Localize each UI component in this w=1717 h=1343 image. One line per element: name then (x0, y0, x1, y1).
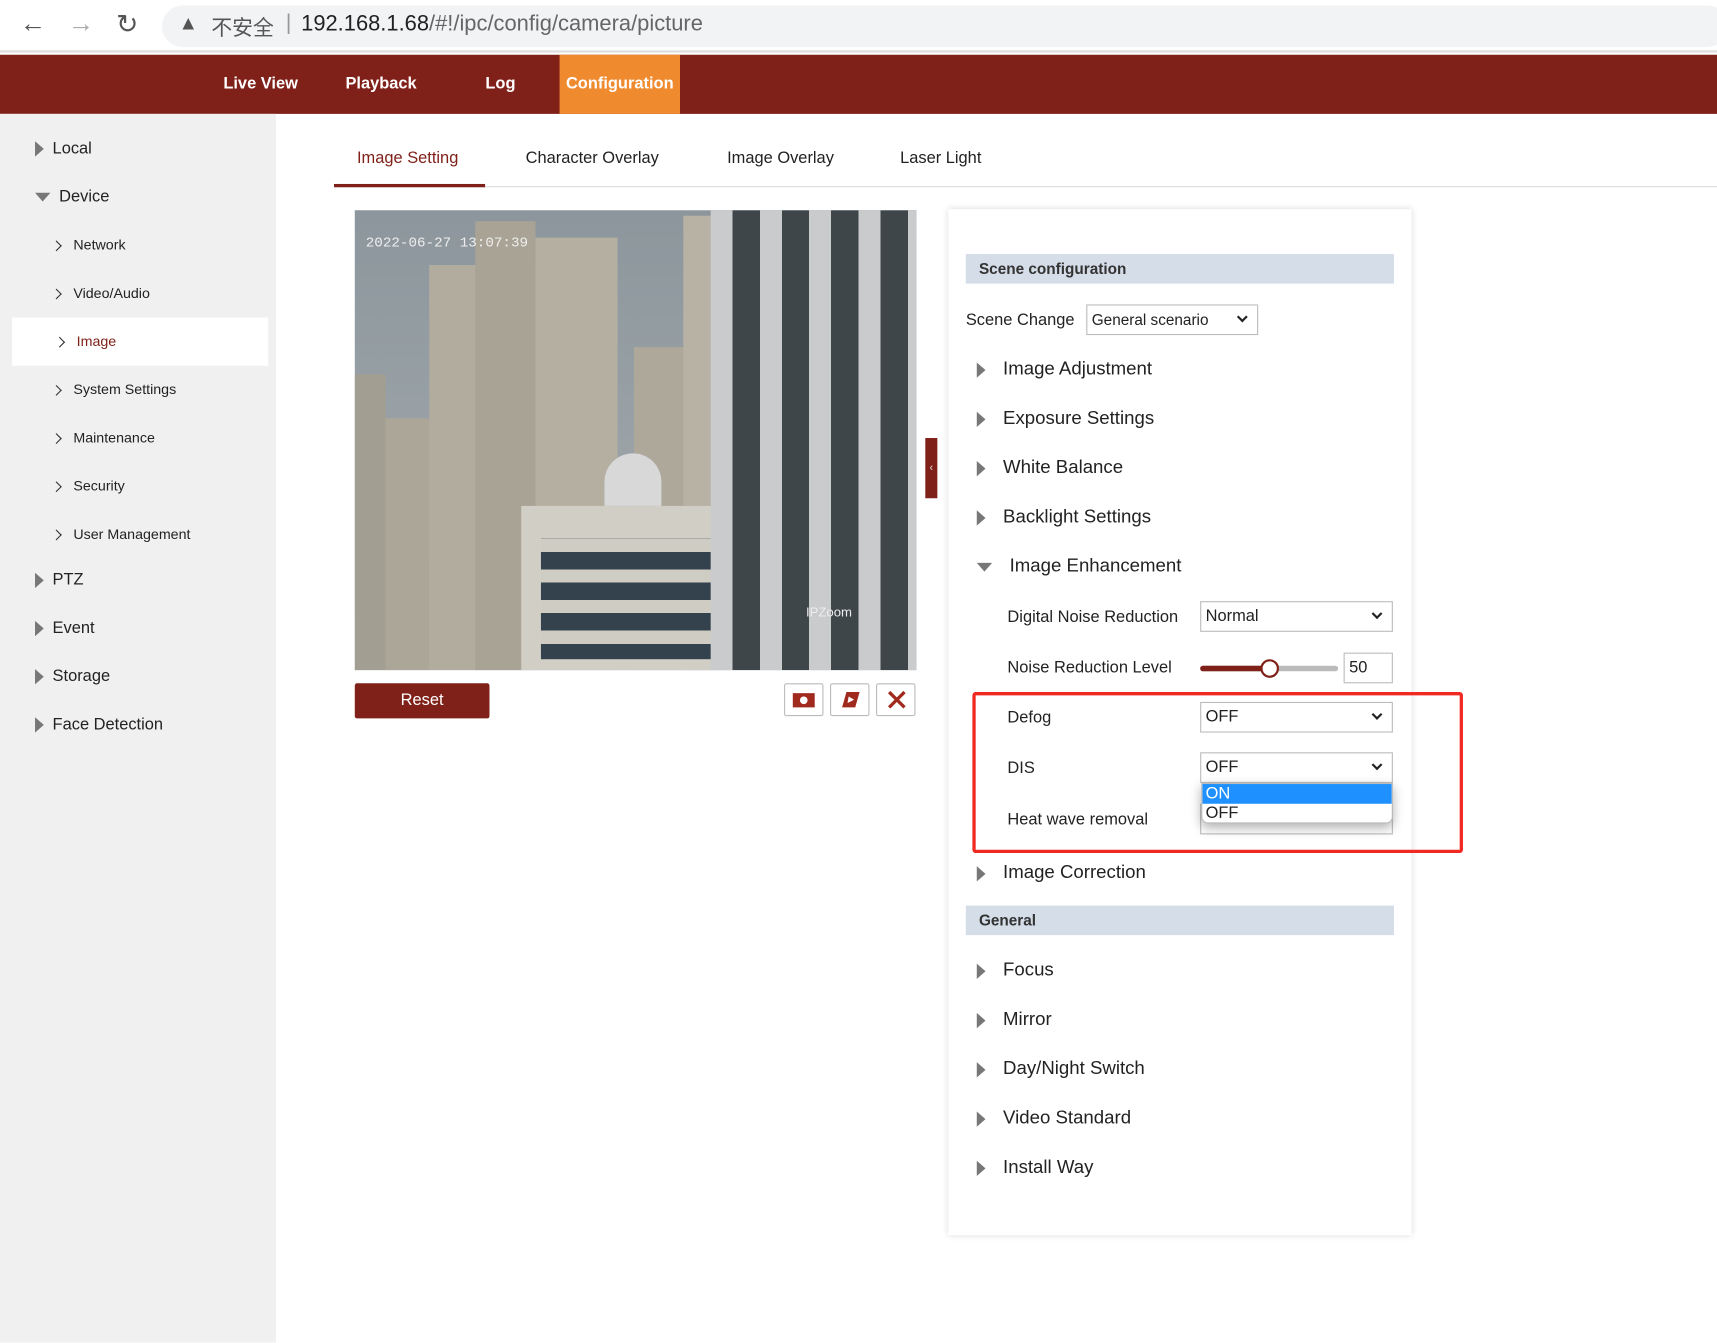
nrl-input[interactable]: 50 (1343, 652, 1393, 684)
collapsed-icon (35, 669, 44, 685)
back-icon[interactable]: ← (20, 9, 46, 40)
reset-button[interactable]: Reset (354, 683, 490, 719)
sidebar-item[interactable]: Storage (35, 667, 311, 685)
chevron-right-icon (54, 336, 66, 348)
collapse-toggle[interactable]: ‹ (925, 438, 938, 499)
sidebar-item[interactable]: Network (50, 237, 329, 253)
collapsed-icon (35, 572, 44, 589)
nav-log[interactable]: Log (471, 55, 530, 114)
collapsed-icon (976, 865, 986, 881)
sidebar-item[interactable]: Video/Audio (50, 285, 329, 301)
sidebar-item[interactable]: PTZ (35, 571, 311, 589)
top-nav: Live View Playback Log Configuration (0, 54, 1717, 114)
tab-laser-light[interactable]: Laser Light (900, 149, 981, 168)
fullscreen-button[interactable] (876, 683, 916, 717)
forward-icon[interactable]: → (68, 9, 94, 40)
nav-playback[interactable]: Playback (335, 55, 427, 114)
sidebar-item[interactable]: Event (35, 619, 311, 637)
scene-configuration-header: Scene configuration (965, 254, 1394, 284)
collapsed-icon (976, 509, 986, 526)
collapsed-icon (976, 963, 986, 979)
section-item[interactable]: Backlight Settings (976, 506, 1151, 528)
camera-icon (792, 693, 815, 708)
sidebar-item[interactable]: System Settings (50, 381, 329, 397)
section-item[interactable]: White Balance (976, 457, 1123, 479)
collapsed-icon (976, 1012, 986, 1028)
expanded-icon (35, 192, 51, 202)
chevron-right-icon (50, 240, 62, 252)
expanded-icon (976, 562, 993, 572)
tab-character-overlay[interactable]: Character Overlay (526, 149, 659, 168)
nrl-slider[interactable] (1200, 659, 1339, 678)
collapsed-icon (976, 411, 986, 427)
browser-toolbar: ← → ↻ ▲ 不安全 | 192.168.1.68/#!/ipc/config… (0, 0, 1717, 53)
section-image-enhancement[interactable]: Image Enhancement (976, 555, 1181, 577)
collapsed-icon (976, 361, 986, 378)
sidebar-item[interactable]: Local (35, 139, 311, 158)
tab-line (333, 186, 1717, 188)
chevron-right-icon (50, 385, 62, 396)
nav-configuration[interactable]: Configuration (559, 54, 681, 114)
reload-icon[interactable]: ↻ (116, 9, 138, 41)
collapsed-icon (976, 1110, 986, 1127)
section-item[interactable]: Install Way (976, 1156, 1093, 1178)
scene-change-select[interactable]: General scenario (1086, 304, 1259, 336)
highlight-box (972, 692, 1463, 854)
chevron-right-icon (50, 433, 62, 445)
record-button[interactable] (830, 683, 870, 717)
video-timestamp: 2022-06-27 13:07:39 (365, 234, 529, 251)
scene-change-label: Scene Change (965, 310, 1075, 330)
chevron-right-icon (50, 529, 62, 541)
video-record-icon (842, 692, 860, 708)
section-item[interactable]: Exposure Settings (976, 407, 1154, 429)
collapsed-icon (976, 460, 986, 476)
section-item[interactable]: Focus (976, 959, 1054, 981)
section-item[interactable]: Image Adjustment (976, 358, 1152, 380)
capture-button[interactable] (784, 683, 824, 717)
chevron-right-icon (50, 481, 62, 493)
collapsed-icon (976, 1061, 986, 1077)
section-item[interactable]: Video Standard (976, 1107, 1131, 1129)
section-image-correction[interactable]: Image Correction (976, 862, 1146, 884)
nav-live-view[interactable]: Live View (215, 55, 307, 114)
sidebar-item[interactable]: Image (54, 333, 332, 349)
section-item[interactable]: Day/Night Switch (976, 1058, 1145, 1080)
sidebar-item[interactable]: Device (35, 187, 311, 206)
section-item[interactable]: Mirror (976, 1009, 1052, 1031)
dnr-label: Digital Noise Reduction (1007, 607, 1179, 627)
video-watermark: IPZoom (805, 604, 852, 620)
general-header: General (965, 905, 1394, 936)
collapsed-icon (976, 1160, 986, 1176)
fullscreen-icon (888, 690, 906, 709)
slider-handle[interactable] (1260, 659, 1279, 678)
collapsed-icon (35, 620, 44, 637)
collapsed-icon (35, 717, 44, 733)
sidebar-item[interactable]: User Management (50, 526, 329, 542)
collapsed-icon (35, 141, 44, 157)
security-warning: 不安全 (211, 17, 274, 41)
dnr-select[interactable]: Normal (1200, 601, 1393, 632)
sidebar-item[interactable]: Maintenance (50, 429, 329, 446)
sidebar-item[interactable]: Face Detection (35, 715, 311, 734)
video-preview[interactable]: 2022-06-27 13:07:39 IPZoom (354, 210, 917, 671)
url-text[interactable]: 192.168.1.68/#!/ipc/config/camera/pictur… (301, 12, 703, 37)
warning-icon: ▲ (178, 12, 199, 34)
nrl-label: Noise Reduction Level (1007, 658, 1172, 677)
active-tab-indicator (333, 183, 486, 188)
tab-image-overlay[interactable]: Image Overlay (727, 149, 834, 168)
tab-image-setting[interactable]: Image Setting (357, 149, 458, 168)
divider: | (285, 10, 292, 36)
sidebar-item[interactable]: Security (50, 477, 329, 494)
chevron-right-icon (50, 288, 62, 300)
